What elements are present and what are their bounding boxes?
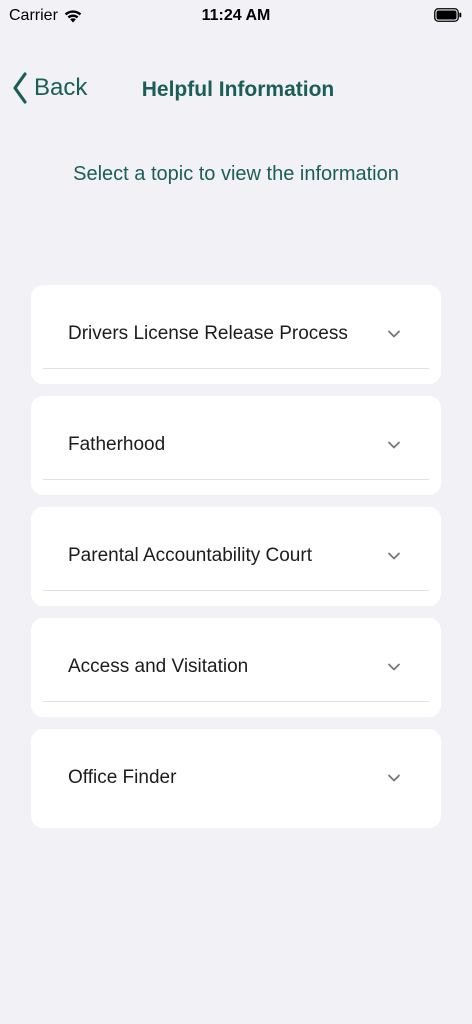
navigation-bar: Back Helpful Information — [0, 60, 472, 120]
status-bar: Carrier 11:24 AM — [0, 0, 472, 34]
chevron-down-icon — [388, 552, 400, 560]
topic-label: Access and Visitation — [68, 656, 249, 677]
battery-icon — [434, 8, 462, 22]
topic-label: Parental Accountability Court — [68, 545, 312, 566]
topic-item-fatherhood[interactable]: Fatherhood — [31, 396, 441, 495]
chevron-down-icon — [388, 441, 400, 449]
topic-divider — [43, 590, 429, 591]
chevron-down-icon — [388, 330, 400, 338]
topic-item-access-and-visitation[interactable]: Access and Visitation — [31, 618, 441, 717]
topic-divider — [43, 368, 429, 369]
topic-label: Office Finder — [68, 767, 177, 788]
topic-label: Fatherhood — [68, 434, 166, 455]
topic-label: Drivers License Release Process — [68, 323, 348, 344]
topic-item-drivers-license-release-process[interactable]: Drivers License Release Process — [31, 285, 441, 384]
topic-instructions: Select a topic to view the information — [73, 163, 399, 185]
page-title: Helpful Information — [141, 78, 335, 101]
chevron-down-icon — [388, 663, 400, 671]
topic-divider — [43, 701, 429, 702]
topic-item-office-finder[interactable]: Office Finder — [31, 729, 441, 828]
topic-divider — [43, 479, 429, 480]
status-time: 11:24 AM — [201, 7, 271, 24]
chevron-down-icon — [388, 774, 400, 782]
topic-list: Drivers License Release Process Fatherho… — [31, 285, 441, 840]
topic-item-parental-accountability-court[interactable]: Parental Accountability Court — [31, 507, 441, 606]
